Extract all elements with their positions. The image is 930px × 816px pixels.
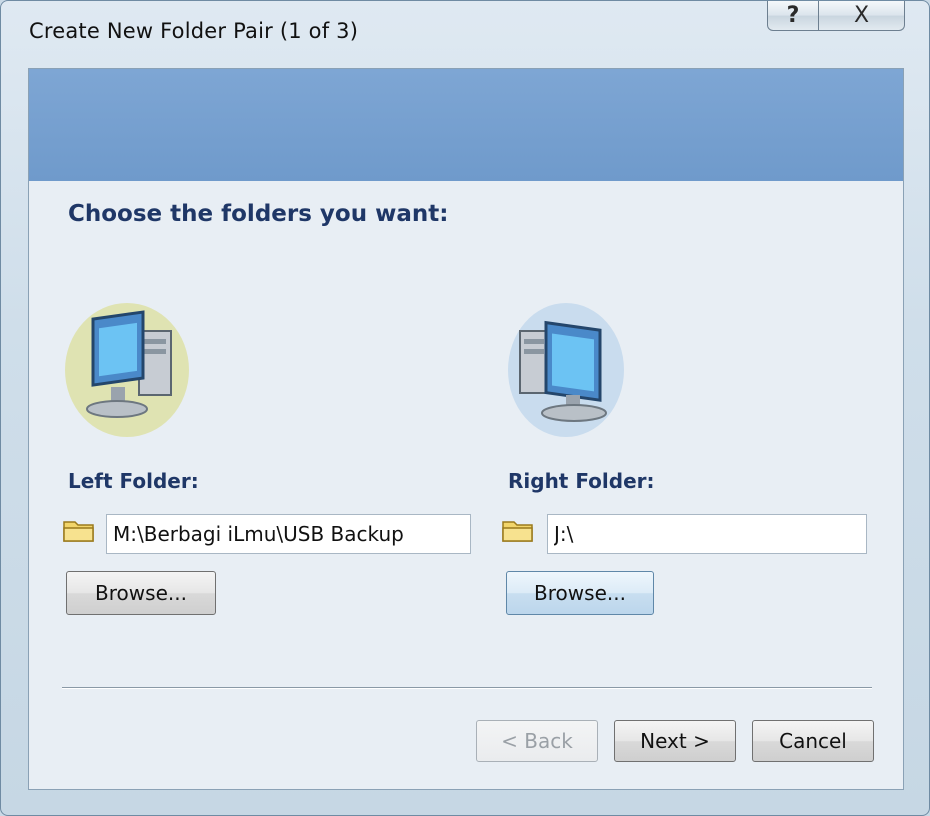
left-folder-path-input[interactable] — [106, 514, 471, 554]
left-browse-button[interactable]: Browse... — [66, 571, 216, 615]
left-folder-icon — [63, 521, 94, 542]
close-button[interactable]: X — [819, 1, 905, 31]
left-folder-label: Left Folder: — [68, 469, 199, 493]
dialog-window: Create New Folder Pair (1 of 3) ? X Choo… — [0, 0, 930, 816]
footer-divider — [62, 687, 872, 689]
back-button[interactable]: < Back — [476, 720, 598, 762]
help-button[interactable]: ? — [767, 1, 819, 31]
dialog-content: Choose the folders you want: Left Folder… — [28, 68, 904, 790]
close-icon: X — [853, 3, 870, 28]
caption-buttons: ? X — [767, 1, 905, 33]
right-computer-icon — [508, 303, 624, 437]
right-browse-button[interactable]: Browse... — [506, 571, 654, 615]
page-heading: Choose the folders you want: — [68, 201, 449, 227]
cancel-button[interactable]: Cancel — [752, 720, 874, 762]
next-button[interactable]: Next > — [614, 720, 736, 762]
help-icon: ? — [786, 3, 800, 28]
window-title: Create New Folder Pair (1 of 3) — [29, 19, 359, 43]
right-folder-icon — [502, 521, 533, 542]
right-folder-label: Right Folder: — [508, 469, 655, 493]
header-banner — [29, 69, 903, 181]
left-computer-icon — [65, 303, 189, 437]
right-folder-path-input[interactable] — [547, 514, 867, 554]
